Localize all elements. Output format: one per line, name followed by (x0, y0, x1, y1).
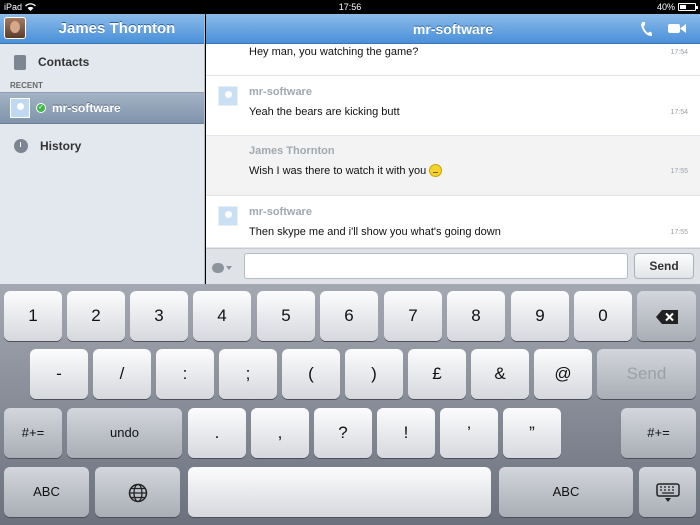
globe-icon (128, 483, 147, 502)
key-7[interactable]: 7 (384, 291, 442, 341)
message-item: James Thornton Wish I was there to watch… (206, 136, 700, 196)
message-text: Hey man, you watching the game? (249, 46, 419, 58)
abc-key-left[interactable]: ABC (4, 467, 89, 517)
key-quote[interactable]: ” (503, 408, 561, 458)
more-symbols-key-right[interactable]: #+= (621, 408, 696, 458)
battery-icon (678, 3, 698, 11)
message-text-line: Wish I was there to watch it with you (249, 164, 443, 177)
key-semicolon[interactable]: ; (219, 349, 277, 399)
key-6[interactable]: 6 (320, 291, 378, 341)
message-time: 17:55 (670, 229, 688, 236)
compose-bar: Send (206, 248, 700, 284)
recent-contact-name: mr-software (52, 101, 121, 115)
message-input[interactable] (244, 253, 628, 279)
keyboard-send-key[interactable]: Send (597, 349, 696, 399)
sad-smiley-icon (429, 164, 443, 177)
phone-call-icon[interactable] (640, 21, 652, 37)
chevron-down-icon (226, 266, 232, 270)
key-pound[interactable]: £ (408, 349, 466, 399)
dismiss-keyboard-key[interactable] (639, 467, 696, 517)
message-list: Hey man, you watching the game? 17:54 mr… (206, 44, 700, 248)
keyboard-hide-icon (655, 482, 680, 502)
key-2[interactable]: 2 (67, 291, 125, 341)
key-question[interactable]: ? (314, 408, 372, 458)
message-item: mr-software Then skype me and i'll show … (206, 196, 700, 248)
key-close-paren[interactable]: ) (345, 349, 403, 399)
battery-group: 40% (656, 0, 698, 14)
key-period[interactable]: . (188, 408, 246, 458)
key-hyphen[interactable]: - (30, 349, 88, 399)
undo-key[interactable]: undo (67, 408, 182, 458)
message-time: 17:54 (670, 109, 688, 116)
message-text: Then skype me and i'll show you what's g… (249, 226, 501, 238)
space-key[interactable] (188, 467, 491, 517)
message-sender: mr-software (249, 206, 312, 218)
message-time: 17:55 (670, 168, 688, 175)
message-text: Yeah the bears are kicking butt (249, 106, 400, 118)
chat-pane: mr-software Hey man, you watching the ga… (206, 14, 700, 284)
key-comma[interactable]: , (251, 408, 309, 458)
key-1[interactable]: 1 (4, 291, 62, 341)
send-button[interactable]: Send (634, 253, 694, 279)
message-time: 17:54 (670, 49, 688, 56)
chat-header: mr-software (206, 14, 700, 44)
sidebar-item-contacts-label: Contacts (38, 55, 90, 69)
key-colon[interactable]: : (156, 349, 214, 399)
key-exclamation[interactable]: ! (377, 408, 435, 458)
backspace-key[interactable] (637, 291, 696, 341)
abc-key-right[interactable]: ABC (499, 467, 633, 517)
recent-section-label: RECENT (10, 81, 43, 90)
message-item: Hey man, you watching the game? 17:54 (206, 44, 700, 76)
user-name[interactable]: James Thornton (30, 14, 204, 44)
contact-avatar (10, 98, 30, 118)
chat-title: mr-software (412, 21, 494, 37)
clock-icon (14, 139, 28, 153)
key-ampersand[interactable]: & (471, 349, 529, 399)
more-symbols-key-left[interactable]: #+= (4, 408, 62, 458)
key-9[interactable]: 9 (511, 291, 569, 341)
backspace-icon (655, 309, 678, 324)
message-sender: mr-software (249, 86, 312, 98)
sidebar-item-recent-contact[interactable]: ✓ mr-software (0, 92, 204, 124)
key-open-paren[interactable]: ( (282, 349, 340, 399)
video-call-icon[interactable] (668, 23, 686, 34)
key-8[interactable]: 8 (447, 291, 505, 341)
sidebar-item-history-label: History (40, 139, 82, 153)
online-status-icon: ✓ (36, 103, 46, 113)
sender-avatar (218, 86, 238, 106)
message-sender: James Thornton (249, 145, 335, 157)
globe-key[interactable] (95, 467, 180, 517)
battery-fill (680, 5, 686, 9)
onscreen-keyboard: 1 2 3 4 5 6 7 8 9 0 - / : ; ( ) £ & @ Se… (0, 284, 700, 525)
clock: 17:56 (338, 2, 362, 12)
sidebar-header: James Thornton (0, 14, 204, 44)
sender-avatar (218, 206, 238, 226)
message-text: Wish I was there to watch it with you (249, 165, 427, 177)
sidebar-item-history[interactable]: History (0, 128, 204, 164)
chat-options-button[interactable] (212, 259, 240, 277)
key-3[interactable]: 3 (130, 291, 188, 341)
chat-bubble-icon (212, 263, 224, 273)
sidebar-item-contacts[interactable]: Contacts (0, 44, 204, 80)
key-5[interactable]: 5 (257, 291, 315, 341)
user-avatar[interactable] (4, 17, 26, 39)
key-apostrophe[interactable]: ’ (440, 408, 498, 458)
key-at[interactable]: @ (534, 349, 592, 399)
key-0[interactable]: 0 (574, 291, 632, 341)
key-4[interactable]: 4 (193, 291, 251, 341)
sidebar: James Thornton Contacts RECENT ✓ mr-soft… (0, 14, 205, 284)
key-slash[interactable]: / (93, 349, 151, 399)
status-bar: iPad 17:56 40% (0, 0, 700, 14)
battery-percent: 40% (656, 2, 675, 12)
message-item: mr-software Yeah the bears are kicking b… (206, 76, 700, 136)
contacts-book-icon (14, 54, 26, 70)
